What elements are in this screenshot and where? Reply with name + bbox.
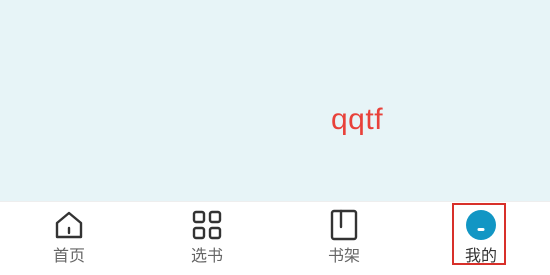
bottom-tab-bar: 首页 选书 书架 我的	[0, 201, 550, 275]
tab-bookshelf[interactable]: 书架	[294, 202, 394, 275]
tab-home-label: 首页	[52, 246, 85, 265]
bookshelf-icon	[327, 208, 361, 242]
username-label: qqtf	[331, 103, 384, 136]
tab-mine[interactable]: 我的	[431, 202, 531, 275]
app-screen: qqtf 首页 选书 书架 我的	[0, 0, 550, 275]
tab-home[interactable]: 首页	[19, 202, 119, 275]
tab-mine-label: 我的	[464, 246, 497, 265]
profile-content-area: qqtf	[0, 0, 550, 201]
tab-bookshelf-label: 书架	[327, 246, 360, 265]
profile-icon	[464, 208, 498, 242]
tab-select-books[interactable]: 选书	[157, 202, 257, 275]
home-icon	[52, 208, 86, 242]
grid-icon	[190, 208, 224, 242]
tab-select-books-label: 选书	[190, 246, 223, 265]
